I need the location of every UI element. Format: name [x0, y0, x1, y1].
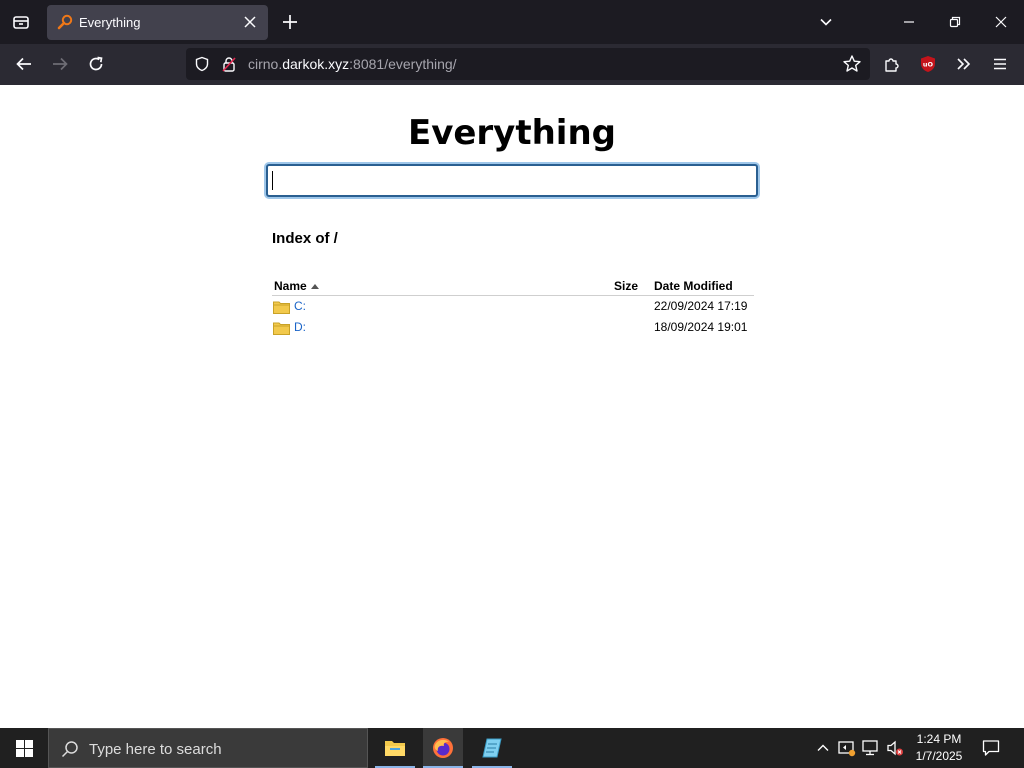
address-bar[interactable]: cirno.darkok.xyz:8081/everything/ — [186, 48, 870, 80]
clock-date: 1/7/2025 — [915, 749, 963, 763]
taskbar-search-box[interactable]: Type here to search — [48, 728, 368, 768]
tab-close-button[interactable] — [240, 12, 260, 32]
start-button[interactable] — [0, 728, 48, 768]
taskbar-search-placeholder: Type here to search — [89, 741, 222, 758]
row-date: 22/09/2024 17:19 — [654, 299, 748, 313]
forward-button[interactable] — [44, 48, 76, 80]
taskbar: Type here to search 1:24 PM 1/7/2025 — [0, 728, 1024, 768]
url-text[interactable]: cirno.darkok.xyz:8081/everything/ — [248, 56, 457, 72]
tab-list-button[interactable] — [0, 0, 42, 44]
shield-icon[interactable] — [194, 56, 210, 72]
taskbar-firefox[interactable] — [423, 728, 463, 768]
ublock-origin-button[interactable]: uO — [912, 48, 944, 80]
reload-icon — [89, 56, 103, 71]
network-button[interactable] — [861, 738, 881, 758]
volume-muted-icon — [887, 740, 903, 756]
taskbar-notepad-app[interactable] — [472, 728, 512, 768]
app-menu-button[interactable] — [984, 48, 1016, 80]
url-rest: :8081/everything/ — [349, 56, 457, 72]
double-chevron-right-icon — [957, 58, 971, 70]
row-name-link[interactable]: C: — [294, 299, 306, 313]
column-header-date-modified[interactable]: Date Modified — [654, 279, 733, 293]
table-row[interactable]: D: 18/09/2024 19:01 — [272, 317, 754, 338]
hamburger-menu-icon — [994, 58, 1006, 70]
windows-update-icon — [838, 741, 856, 757]
sort-ascending-icon — [310, 284, 319, 290]
url-host-main: darkok.xyz — [282, 56, 350, 72]
arrow-right-icon — [53, 57, 68, 71]
restore-icon — [949, 16, 961, 28]
page-content: Everything Index of / Name Size Date Mod… — [0, 85, 1024, 728]
close-icon — [244, 16, 256, 28]
new-tab-button[interactable] — [276, 8, 304, 36]
notification-icon — [982, 740, 1000, 756]
minimize-icon — [904, 21, 914, 23]
close-window-button[interactable] — [978, 0, 1024, 44]
back-button[interactable] — [8, 48, 40, 80]
tab-title: Everything — [79, 15, 141, 30]
windows-logo-icon — [15, 739, 33, 757]
column-header-size[interactable]: Size — [614, 279, 638, 293]
chevron-down-icon — [820, 18, 832, 26]
page-title: Everything — [407, 113, 617, 153]
insecure-lock-icon[interactable] — [221, 56, 237, 72]
clock-time: 1:24 PM — [916, 732, 962, 746]
listing-header: Name Size Date Modified — [272, 277, 754, 296]
column-header-name[interactable]: Name — [274, 279, 319, 293]
row-date: 18/09/2024 19:01 — [654, 320, 748, 334]
firefox-icon — [433, 738, 453, 758]
tab-list-icon — [13, 16, 29, 29]
extensions-button[interactable] — [876, 48, 908, 80]
search-icon — [61, 741, 78, 758]
folder-icon — [273, 322, 290, 335]
close-icon — [995, 16, 1007, 28]
table-row[interactable]: C: 22/09/2024 17:19 — [272, 296, 754, 317]
minimize-button[interactable] — [886, 0, 932, 44]
file-listing: Name Size Date Modified C: 22/09/2024 17… — [272, 277, 754, 338]
text-cursor — [272, 171, 273, 190]
navigation-toolbar: cirno.darkok.xyz:8081/everything/ uO — [0, 44, 1024, 85]
volume-button[interactable] — [885, 738, 905, 758]
taskbar-clock[interactable]: 1:24 PM 1/7/2025 — [910, 731, 968, 765]
search-input[interactable] — [266, 164, 758, 197]
file-explorer-icon — [385, 741, 405, 756]
chevron-up-icon — [817, 744, 829, 751]
action-center-button[interactable] — [976, 728, 1006, 768]
star-bookmark-icon[interactable] — [842, 54, 862, 74]
network-icon — [862, 740, 878, 756]
plus-icon — [283, 15, 297, 29]
reload-button[interactable] — [80, 48, 112, 80]
list-all-tabs-button[interactable] — [812, 8, 840, 36]
tray-update-icon-button[interactable] — [837, 738, 857, 758]
puzzle-icon — [885, 58, 899, 72]
ublock-origin-icon: uO — [921, 56, 935, 72]
url-host-prefix: cirno. — [248, 56, 283, 72]
everything-search-icon — [57, 14, 73, 30]
column-name-label: Name — [274, 279, 307, 293]
show-hidden-icons-button[interactable] — [813, 738, 833, 758]
svg-text:uO: uO — [923, 61, 934, 69]
tab-everything[interactable]: Everything — [47, 5, 268, 40]
restore-button[interactable] — [932, 0, 978, 44]
folder-icon — [273, 301, 290, 314]
taskbar-file-explorer[interactable] — [375, 728, 415, 768]
tab-strip: Everything — [0, 0, 1024, 44]
more-tools-button[interactable] — [948, 48, 980, 80]
row-name-link[interactable]: D: — [294, 320, 306, 334]
notepad-icon — [482, 738, 502, 758]
index-heading: Index of / — [272, 230, 338, 247]
arrow-left-icon — [16, 57, 31, 71]
